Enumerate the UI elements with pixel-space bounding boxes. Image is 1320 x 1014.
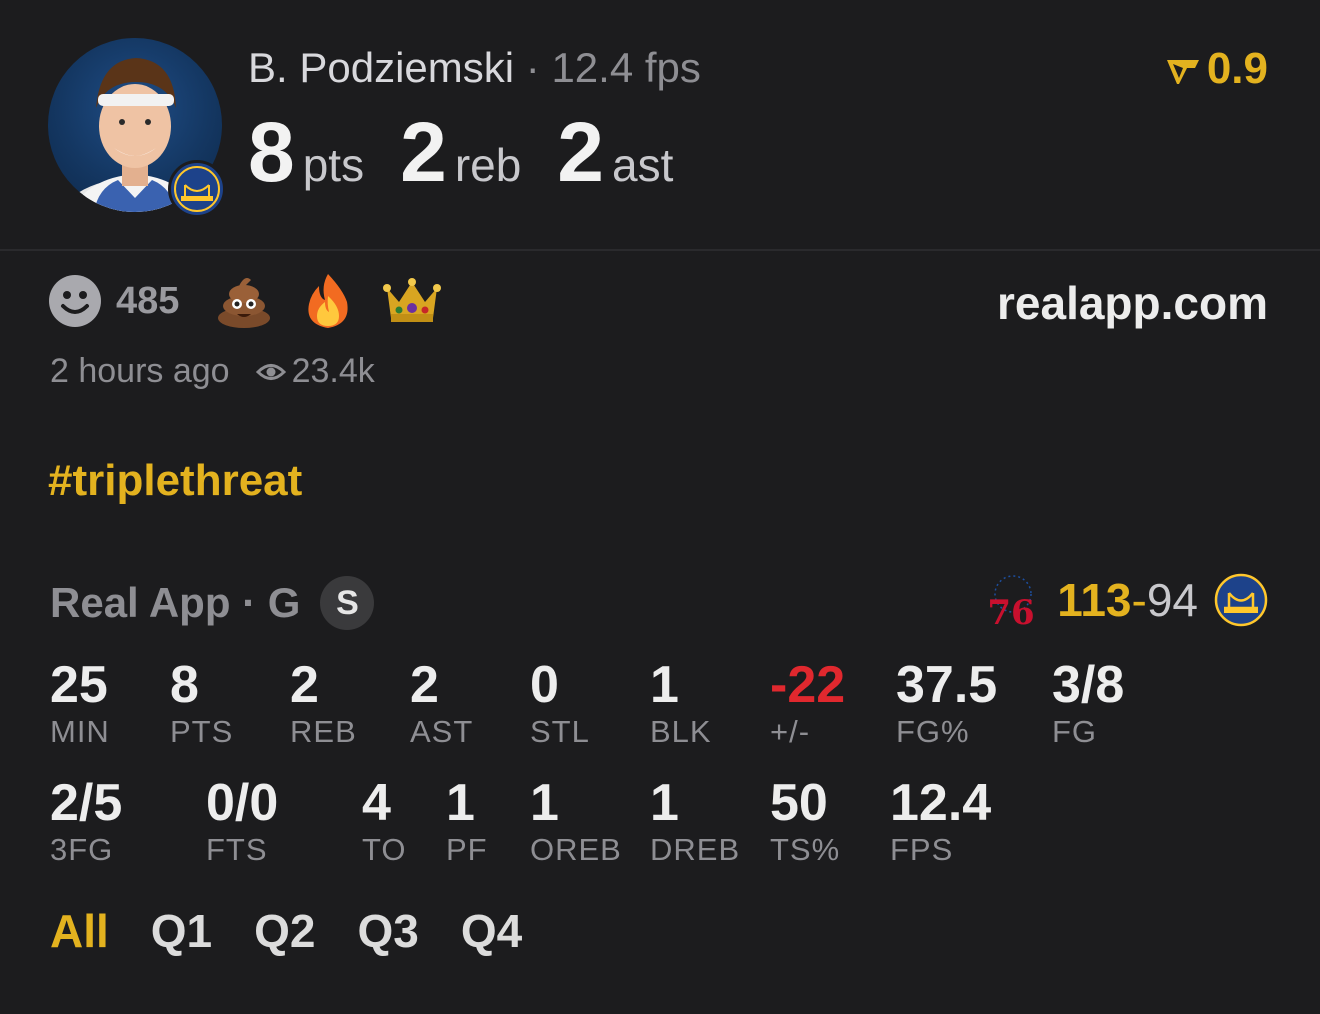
player-name[interactable]: B. Podziemski xyxy=(248,44,514,91)
stat-label: 3FG xyxy=(50,832,114,867)
stat-3fg: 2/5 3FG xyxy=(50,774,122,868)
stat-label: STL xyxy=(530,714,590,749)
site-link[interactable]: realapp.com xyxy=(997,276,1268,330)
header-divider xyxy=(0,249,1320,251)
stat-value: 25 xyxy=(50,656,108,714)
reactions-bar: 485 xyxy=(48,274,467,328)
stat-value: 8 xyxy=(170,656,199,714)
headline-pts-value: 8 xyxy=(248,105,295,199)
stat-label: PTS xyxy=(170,714,234,749)
tab-q3[interactable]: Q3 xyxy=(358,904,419,958)
stat-label: DREB xyxy=(650,832,741,867)
team-logo-icon xyxy=(168,160,226,218)
stat-value: 2 xyxy=(410,656,439,714)
tab-q4[interactable]: Q4 xyxy=(461,904,522,958)
stat-value: 4 xyxy=(362,774,391,832)
stat-fg-pct: 37.5 FG% xyxy=(896,656,997,750)
period-tabs: All Q1 Q2 Q3 Q4 xyxy=(50,904,564,958)
stat-reb: 2 REB xyxy=(290,656,357,750)
stat-label: BLK xyxy=(650,714,712,749)
stat-value: 12.4 xyxy=(890,774,992,832)
smiley-icon[interactable] xyxy=(48,274,102,328)
stat-label: OREB xyxy=(530,832,622,867)
stat-label: TS% xyxy=(770,832,841,867)
stat-label: TO xyxy=(362,832,407,867)
hashtag-link[interactable]: #triplethreat xyxy=(48,456,302,506)
stat-label: +/- xyxy=(770,714,811,749)
views: 23.4k xyxy=(255,352,375,391)
stat-value: 37.5 xyxy=(896,656,998,714)
stat-value: 1 xyxy=(650,774,679,832)
stat-label: AST xyxy=(410,714,474,749)
headline-ast-unit: ast xyxy=(612,139,674,191)
stat-oreb: 1 OREB xyxy=(530,774,622,868)
stat-plus-minus: -22 +/- xyxy=(770,656,845,750)
stat-value: 0 xyxy=(530,656,559,714)
stat-blk: 1 BLK xyxy=(650,656,712,750)
stat-value: 2 xyxy=(290,656,319,714)
tab-q1[interactable]: Q1 xyxy=(151,904,212,958)
tab-all[interactable]: All xyxy=(50,904,109,958)
rating-value: 0.9 xyxy=(1206,44,1268,93)
stat-value: 50 xyxy=(770,774,828,832)
real-logo-icon xyxy=(1166,60,1199,85)
fire-emoji-icon[interactable] xyxy=(299,272,357,330)
season-badge[interactable]: S xyxy=(320,576,375,630)
stat-to: 4 TO xyxy=(362,774,407,868)
stat-label: PF xyxy=(446,832,488,867)
stat-label: REB xyxy=(290,714,357,749)
headline-reb-unit: reb xyxy=(454,139,522,191)
sixers-logo-icon: 76 xyxy=(988,575,1035,628)
stat-fts: 0/0 FTS xyxy=(206,774,278,868)
stat-fps: 12.4 FPS xyxy=(890,774,991,868)
stat-label: FG xyxy=(1052,714,1098,749)
stat-pf: 1 PF xyxy=(446,774,488,868)
stat-value: 1 xyxy=(650,656,679,714)
stat-label: FTS xyxy=(206,832,268,867)
stat-fg: 3/8 FG xyxy=(1052,656,1124,750)
game-score[interactable]: 76 113-94 xyxy=(983,572,1268,628)
game-source-label: Real App · G xyxy=(50,579,301,626)
stat-value: 1 xyxy=(530,774,559,832)
view-count: 23.4k xyxy=(291,352,375,390)
rating-badge[interactable]: 0.9 xyxy=(1165,44,1268,94)
game-source: Real App · G S xyxy=(50,576,375,630)
crown-emoji-icon[interactable] xyxy=(383,272,442,330)
headline-ast-value: 2 xyxy=(557,105,605,199)
stat-dreb: 1 DREB xyxy=(650,774,740,868)
stat-value: -22 xyxy=(770,656,846,714)
stat-value: 3/8 xyxy=(1052,656,1125,714)
tab-q2[interactable]: Q2 xyxy=(254,904,315,958)
headline-pts-unit: pts xyxy=(302,139,365,191)
stat-label: MIN xyxy=(50,714,110,749)
headline-stats: 8 pts 2 reb 2 ast xyxy=(248,104,709,201)
score-home: 113 xyxy=(1057,574,1132,626)
stat-value: 2/5 xyxy=(50,774,123,832)
headline-reb-value: 2 xyxy=(400,105,447,199)
player-header-line: B. Podziemski · 12.4 fps xyxy=(248,44,701,92)
stat-min: 25 MIN xyxy=(50,656,110,750)
stat-ts-pct: 50 TS% xyxy=(770,774,840,868)
sixers-logo-text: 76 xyxy=(988,593,1035,628)
poop-emoji-icon[interactable] xyxy=(215,272,273,330)
eye-icon xyxy=(255,363,286,380)
stat-ast: 2 AST xyxy=(410,656,473,750)
stat-value: 0/0 xyxy=(206,774,279,832)
stat-label: FPS xyxy=(890,832,954,867)
stat-pts: 8 PTS xyxy=(170,656,233,750)
warriors-logo-icon xyxy=(1214,573,1268,627)
score-dash: - xyxy=(1131,574,1147,626)
score-away: 94 xyxy=(1146,574,1198,626)
reaction-count: 485 xyxy=(116,279,180,322)
player-fps: 12.4 fps xyxy=(551,44,701,91)
post-meta: 2 hours ago 23.4k xyxy=(50,352,375,391)
time-ago: 2 hours ago xyxy=(50,352,230,390)
header-separator: · xyxy=(525,44,540,91)
stat-label: FG% xyxy=(896,714,970,749)
stat-value: 1 xyxy=(446,774,475,832)
stat-stl: 0 STL xyxy=(530,656,590,750)
